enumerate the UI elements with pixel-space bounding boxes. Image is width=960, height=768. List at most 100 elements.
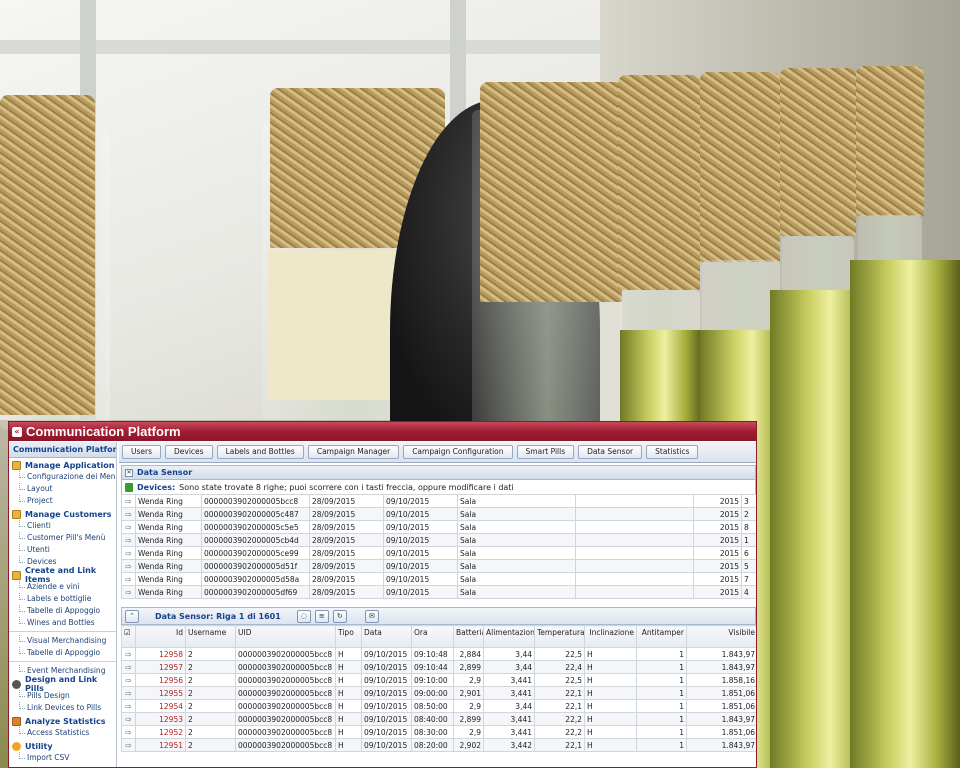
column-header[interactable]: UID bbox=[235, 625, 336, 648]
row-arrow-icon[interactable]: ⇨ bbox=[121, 660, 136, 674]
sidebar-item[interactable]: Import CSV bbox=[9, 752, 116, 764]
sidebar-group[interactable]: Utility bbox=[9, 740, 116, 752]
close-icon[interactable]: ✕ bbox=[125, 468, 133, 477]
table-row[interactable]: ⇨ Wenda Ring 0000003902000005ce99 28/09/201… bbox=[121, 546, 756, 560]
double-chevron-left-icon[interactable]: « bbox=[12, 426, 22, 437]
table-row[interactable]: ⇨ Wenda Ring 0000003902000005d51f 28/09/201… bbox=[121, 559, 756, 573]
list-icon[interactable]: ≡ bbox=[314, 609, 329, 623]
empty-cell bbox=[575, 520, 694, 534]
sidebar-item[interactable]: Layout bbox=[9, 483, 116, 495]
sidebar-item[interactable]: Tabelle di Appoggio bbox=[9, 647, 116, 659]
export-icon[interactable]: ✉ bbox=[364, 609, 379, 623]
table-row[interactable]: ⇨ Wenda Ring 0000003902000005bcc8 28/09/201… bbox=[121, 494, 756, 508]
table-row[interactable]: ⇨ 12957 2 0000003902000005bcc8 H 09/10/2015 09… bbox=[121, 660, 756, 674]
row-arrow-icon[interactable]: ⇨ bbox=[121, 686, 136, 700]
device-date-cell: 28/09/2015 bbox=[309, 494, 384, 508]
table-row[interactable]: ⇨ 12958 2 0000003902000005bcc8 H 09/10/2015 09… bbox=[121, 647, 756, 661]
row-arrow-icon[interactable]: ⇨ bbox=[121, 647, 136, 661]
sidebar-item[interactable]: Link Devices to Pills bbox=[9, 702, 116, 714]
info-bar: Devices: Sono state trovate 8 righe; puo… bbox=[121, 480, 756, 494]
sidebar-item[interactable]: Tabelle di Appoggio bbox=[9, 605, 116, 617]
sidebar-item[interactable]: Configurazione dei Menu Pills bbox=[9, 471, 116, 483]
row-arrow-icon[interactable]: ⇨ bbox=[121, 559, 136, 573]
sidebar-group[interactable]: Create and Link Items bbox=[9, 566, 116, 584]
tab-smart-pills[interactable]: Smart Pills bbox=[516, 445, 575, 459]
row-arrow-icon[interactable]: ⇨ bbox=[121, 738, 136, 752]
sidebar-header[interactable]: Communication Platform M - Di bbox=[9, 442, 116, 458]
column-header[interactable]: Id bbox=[135, 625, 186, 648]
column-header[interactable]: Batteria bbox=[453, 625, 484, 648]
sensor-cell: 1 bbox=[636, 660, 687, 674]
sensor-cell: H bbox=[584, 738, 637, 752]
sensor-cell: H bbox=[584, 660, 637, 674]
tab-devices[interactable]: Devices bbox=[165, 445, 213, 459]
sensor-cell: 3,441 bbox=[483, 673, 535, 687]
sidebar-item[interactable]: Clienti bbox=[9, 520, 116, 532]
column-header[interactable]: Tipo bbox=[335, 625, 362, 648]
collapse-up-icon[interactable]: ⌃ bbox=[125, 609, 139, 623]
table-row[interactable]: ⇨ 12952 2 0000003902000005bcc8 H 09/10/2015 08… bbox=[121, 725, 756, 739]
table-row[interactable]: ⇨ Wenda Ring 0000003902000005cb4d 28/09/201… bbox=[121, 533, 756, 547]
row-arrow-icon[interactable]: ⇨ bbox=[121, 572, 136, 586]
refresh-icon[interactable]: ↻ bbox=[332, 609, 347, 623]
sidebar-item[interactable]: Pills Design bbox=[9, 690, 116, 702]
sidebar-group[interactable]: Manage Application bbox=[9, 459, 116, 471]
sidebar-item[interactable]: Customer Pill's Menù bbox=[9, 532, 116, 544]
row-arrow-icon[interactable]: ⇨ bbox=[121, 699, 136, 713]
sidebar-item[interactable]: Labels e bottiglie bbox=[9, 593, 116, 605]
column-header[interactable]: Ora bbox=[411, 625, 454, 648]
sidebar-item[interactable]: Visual Merchandising bbox=[9, 635, 116, 647]
row-arrow-icon[interactable]: ⇨ bbox=[121, 712, 136, 726]
sidebar-item[interactable]: Aziende e vini bbox=[9, 581, 116, 593]
device-name-cell: Wenda Ring bbox=[135, 559, 202, 573]
select-all-checkbox[interactable]: ☑ bbox=[121, 625, 136, 648]
column-header[interactable]: Visibile bbox=[686, 625, 756, 648]
sensor-cell: 1.858,16 bbox=[686, 673, 756, 687]
row-arrow-icon[interactable]: ⇨ bbox=[121, 507, 136, 521]
column-header[interactable]: Data bbox=[361, 625, 412, 648]
sidebar-item[interactable]: Project bbox=[9, 495, 116, 507]
row-arrow-icon[interactable]: ⇨ bbox=[121, 494, 136, 508]
lightbulb-icon[interactable]: ◌ bbox=[296, 609, 311, 623]
sidebar-item[interactable]: Access Statistics bbox=[9, 727, 116, 739]
sensor-cell: 09:00:00 bbox=[411, 686, 454, 700]
row-arrow-icon[interactable]: ⇨ bbox=[121, 585, 136, 599]
table-row[interactable]: ⇨ Wenda Ring 0000003902000005c487 28/09/201… bbox=[121, 507, 756, 521]
column-header[interactable]: Username bbox=[185, 625, 236, 648]
row-arrow-icon[interactable]: ⇨ bbox=[121, 673, 136, 687]
table-row[interactable]: ⇨ Wenda Ring 0000003902000005df69 28/09/201… bbox=[121, 585, 756, 599]
sidebar-item[interactable]: Wines and Bottles bbox=[9, 617, 116, 629]
device-name-cell: Wenda Ring bbox=[135, 494, 202, 508]
column-header[interactable]: Antitamper bbox=[636, 625, 687, 648]
sensor-cell: 2,901 bbox=[453, 686, 484, 700]
table-row[interactable]: ⇨ Wenda Ring 0000003902000005d58a 28/09/201… bbox=[121, 572, 756, 586]
table-row[interactable]: ⇨ 12951 2 0000003902000005bcc8 H 09/10/2015 08… bbox=[121, 738, 756, 752]
tab-campaign-configuration[interactable]: Campaign Configuration bbox=[403, 445, 513, 459]
tab-campaign-manager[interactable]: Campaign Manager bbox=[307, 445, 400, 459]
device-year-cell: 2015 bbox=[693, 559, 742, 573]
table-row[interactable]: ⇨ 12954 2 0000003902000005bcc8 H 09/10/2015 08… bbox=[121, 699, 756, 713]
tab-data-sensor[interactable]: Data Sensor bbox=[578, 445, 643, 459]
column-header[interactable]: Inclinazione bbox=[584, 625, 637, 648]
table-row[interactable]: ⇨ 12953 2 0000003902000005bcc8 H 09/10/2015 08… bbox=[121, 712, 756, 726]
table-row[interactable]: ⇨ Wenda Ring 0000003902000005c5e5 28/09/201… bbox=[121, 520, 756, 534]
row-arrow-icon[interactable]: ⇨ bbox=[121, 533, 136, 547]
row-arrow-icon[interactable]: ⇨ bbox=[121, 520, 136, 534]
sidebar-group[interactable]: Design and Link Pills bbox=[9, 675, 116, 693]
sidebar-item[interactable]: Devices bbox=[9, 556, 116, 568]
row-arrow-icon[interactable]: ⇨ bbox=[121, 725, 136, 739]
tab-statistics[interactable]: Statistics bbox=[646, 445, 699, 459]
table-row[interactable]: ⇨ 12956 2 0000003902000005bcc8 H 09/10/2015 09… bbox=[121, 673, 756, 687]
sensor-cell: 0000003902000005bcc8 bbox=[235, 686, 336, 700]
sidebar-group[interactable]: Manage Customers bbox=[9, 508, 116, 520]
sensor-cell: 12954 bbox=[135, 699, 186, 713]
tab-users[interactable]: Users bbox=[122, 445, 162, 459]
row-arrow-icon[interactable]: ⇨ bbox=[121, 546, 136, 560]
sidebar-item[interactable]: Event Merchandising bbox=[9, 665, 116, 677]
column-header[interactable]: Alimentazione bbox=[483, 625, 535, 648]
table-row[interactable]: ⇨ 12955 2 0000003902000005bcc8 H 09/10/2015 09… bbox=[121, 686, 756, 700]
tab-labels-and-bottles[interactable]: Labels and Bottles bbox=[216, 445, 304, 459]
sidebar-group[interactable]: Analyze Statistics bbox=[9, 715, 116, 727]
column-header[interactable]: Temperatura bbox=[534, 625, 585, 648]
sidebar-item[interactable]: Utenti bbox=[9, 544, 116, 556]
